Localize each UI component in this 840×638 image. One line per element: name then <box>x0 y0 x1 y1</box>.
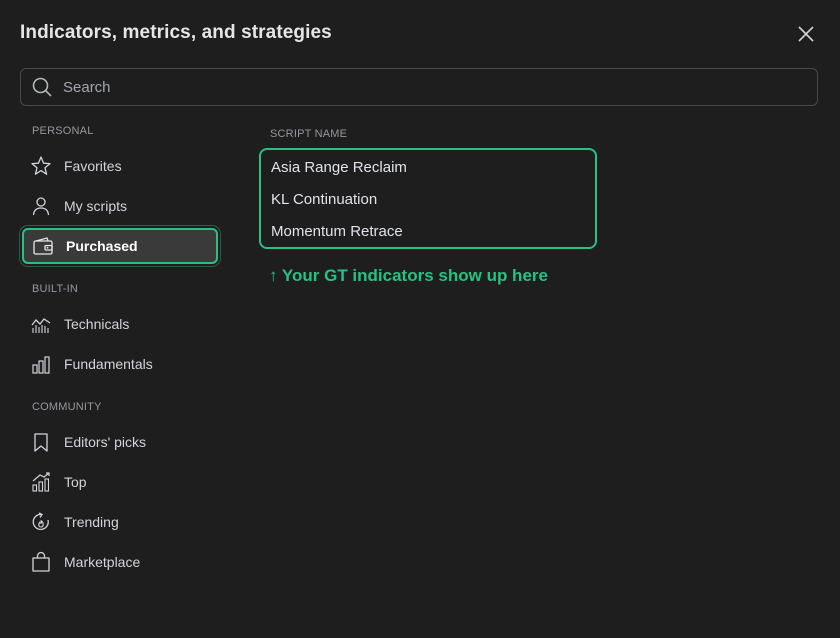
dialog-title: Indicators, metrics, and strategies <box>20 22 332 43</box>
bookmark-icon <box>30 431 52 453</box>
section-label-community: COMMUNITY <box>32 401 102 413</box>
hint-text: ↑ Your GT indicators show up here <box>269 266 548 285</box>
sidebar-item-label: Trending <box>64 514 119 530</box>
user-icon <box>30 195 52 217</box>
sidebar-item-editors-picks[interactable]: Editors' picks <box>22 424 218 460</box>
sidebar-item-fundamentals[interactable]: Fundamentals <box>22 346 218 382</box>
close-icon <box>798 26 814 42</box>
refresh-flame-icon <box>30 511 52 533</box>
chart-line-icon <box>30 313 52 335</box>
sidebar-item-technicals[interactable]: Technicals <box>22 306 218 342</box>
section-label-personal: PERSONAL <box>32 125 94 137</box>
sidebar-item-trending[interactable]: Trending <box>22 504 218 540</box>
script-item[interactable]: Momentum Retrace <box>271 219 403 243</box>
search-input[interactable] <box>61 77 817 97</box>
scripts-list: Asia Range Reclaim KL Continuation Momen… <box>259 148 597 249</box>
script-item[interactable]: Asia Range Reclaim <box>271 155 407 179</box>
sidebar-item-label: Favorites <box>64 158 122 174</box>
sidebar-item-label: Technicals <box>64 316 130 332</box>
sidebar-item-label: Fundamentals <box>64 356 153 372</box>
sidebar-item-purchased[interactable]: Purchased <box>22 228 218 264</box>
wallet-icon <box>32 235 54 257</box>
sidebar-item-favorites[interactable]: Favorites <box>22 148 218 184</box>
search-icon <box>31 76 53 98</box>
indicators-dialog: Indicators, metrics, and strategies PERS… <box>0 0 840 638</box>
sidebar-item-label: Top <box>64 474 87 490</box>
search-field[interactable] <box>20 68 818 106</box>
shopping-bag-icon <box>30 551 52 573</box>
script-item[interactable]: KL Continuation <box>271 187 377 211</box>
sidebar-item-marketplace[interactable]: Marketplace <box>22 544 218 580</box>
sidebar-item-label: Purchased <box>66 238 138 254</box>
sidebar-item-label: My scripts <box>64 198 127 214</box>
sidebar-item-top[interactable]: Top <box>22 464 218 500</box>
sidebar-item-label: Marketplace <box>64 554 141 570</box>
close-button[interactable] <box>794 22 818 46</box>
sidebar-item-my-scripts[interactable]: My scripts <box>22 188 218 224</box>
trending-up-icon <box>30 471 52 493</box>
bar-chart-icon <box>30 353 52 375</box>
sidebar-item-label: Editors' picks <box>64 434 147 450</box>
star-icon <box>30 155 52 177</box>
section-label-built-in: BUILT-IN <box>32 283 79 295</box>
column-header-script-name: SCRIPT NAME <box>270 128 348 140</box>
